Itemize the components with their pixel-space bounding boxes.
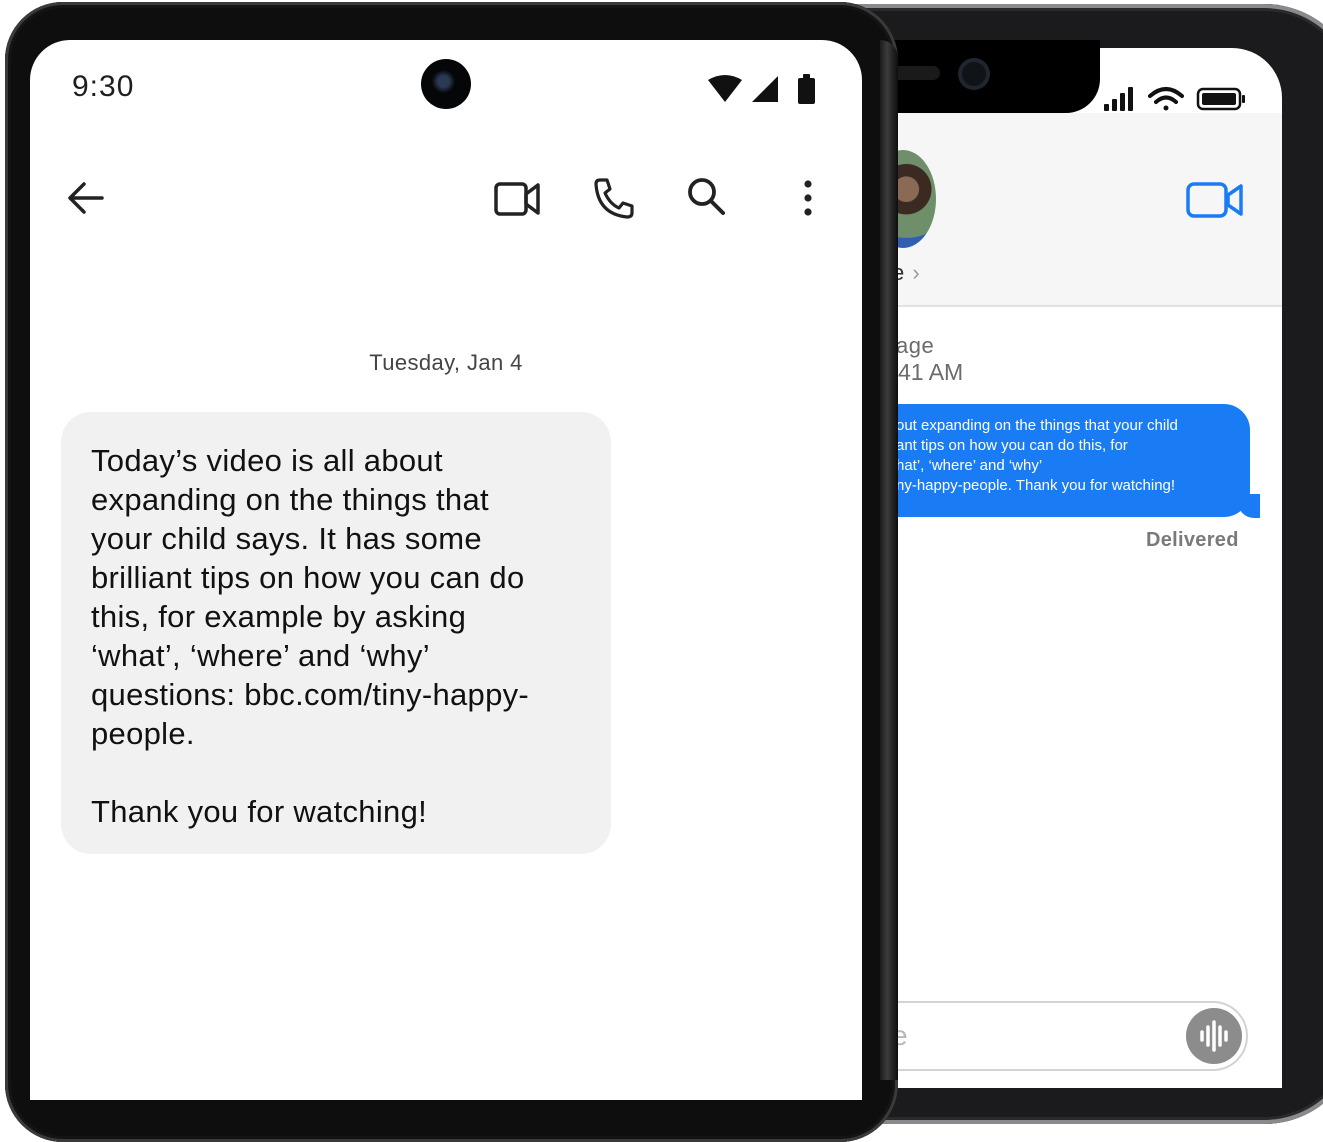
- android-status-icons: [708, 74, 815, 104]
- message-line: brilliant tips on how you can do: [91, 560, 525, 595]
- back-arrow-icon[interactable]: [66, 178, 106, 218]
- bubble-line: hat’, ‘where’ and ‘why’: [896, 457, 1043, 474]
- chevron-right-icon: ›: [912, 260, 920, 285]
- message-line[interactable]: people.: [91, 714, 591, 753]
- delivered-status: Delivered: [1146, 529, 1239, 551]
- iphone-status-icons: [1104, 87, 1245, 111]
- message-line: Today’s video is all about: [91, 443, 443, 478]
- message-timestamp: 41 AM: [898, 359, 964, 385]
- date-separator: Tuesday, Jan 4: [369, 350, 523, 375]
- more-vert-icon[interactable]: [796, 176, 820, 220]
- message-line: your child says. It has some: [91, 521, 482, 556]
- message-closing: Thank you for watching!: [91, 794, 428, 829]
- imessage-label: age: [896, 333, 935, 358]
- message-line[interactable]: questions: bbc.com/tiny-happy-: [91, 675, 591, 714]
- video-call-icon[interactable]: [492, 176, 542, 220]
- audio-message-icon[interactable]: [1186, 1008, 1242, 1064]
- wifi-icon: [708, 75, 742, 102]
- front-camera: [421, 59, 471, 109]
- battery-icon: [1196, 87, 1245, 111]
- signal-icon: [1104, 87, 1133, 111]
- message-text: Today’s video is all about expanding on …: [91, 441, 591, 831]
- bubble-line: ny-happy-people. Thank you for watching!: [896, 477, 1176, 494]
- message-line: ‘what’, ‘where’ and ‘why’: [91, 638, 430, 673]
- iphone-camera: [958, 58, 990, 90]
- message-line: this, for example by asking: [91, 599, 467, 634]
- video-call-icon[interactable]: [1186, 180, 1244, 220]
- wifi-icon: [1148, 87, 1184, 111]
- message-line-break: [91, 753, 591, 792]
- phone-icon[interactable]: [592, 176, 634, 220]
- status-time: 9:30: [72, 70, 135, 103]
- battery-icon: [798, 74, 815, 104]
- signal-icon: [752, 76, 778, 102]
- search-icon[interactable]: [684, 174, 728, 218]
- bubble-line: ant tips on how you can do this, for: [896, 437, 1128, 454]
- sent-message-bubble[interactable]: out expanding on the things that your ch…: [840, 404, 1250, 517]
- message-line: expanding on the things that: [91, 482, 489, 517]
- bubble-line: out expanding on the things that your ch…: [896, 417, 1178, 434]
- android-frame-edge: [880, 40, 898, 1080]
